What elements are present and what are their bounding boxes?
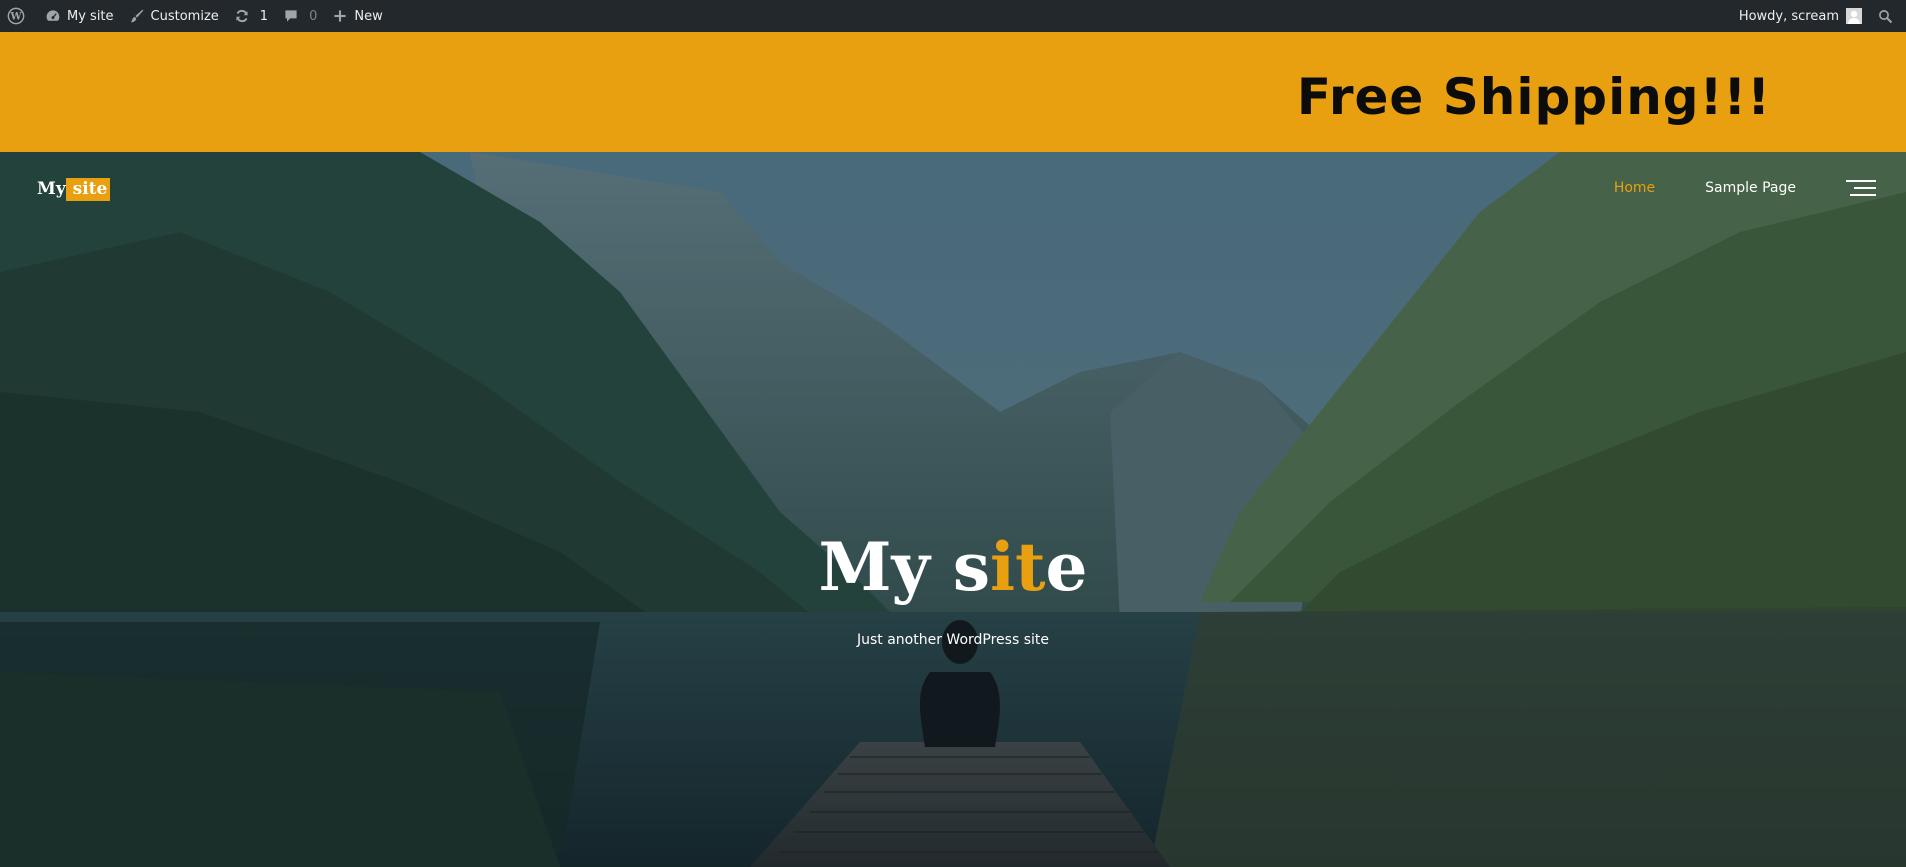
wordpress-menu[interactable]: W <box>0 0 37 32</box>
site-name-menu[interactable]: My site <box>37 0 121 32</box>
svg-text:W: W <box>9 12 22 23</box>
avatar <box>1846 8 1862 24</box>
paintbrush-icon <box>128 7 146 25</box>
greeting-label: Howdy, scream <box>1738 8 1839 24</box>
hero-section: My site Home Sample Page My site Just an… <box>0 152 1906 867</box>
admin-bar: W My site Customize 1 0 New Howdy, screa… <box>0 0 1906 32</box>
hero-title: My site <box>0 534 1906 600</box>
updates-icon <box>233 7 251 25</box>
plus-icon <box>331 7 349 25</box>
comments-count: 0 <box>309 8 318 24</box>
site-logo[interactable]: My site <box>37 178 111 201</box>
hero-title-part1: My s <box>818 528 990 606</box>
admin-bar-right: Howdy, scream <box>1732 0 1906 32</box>
hero-title-accent: it <box>989 528 1046 606</box>
logo-text-highlight: site <box>65 178 111 201</box>
search-icon <box>1876 7 1894 25</box>
nav-item-home[interactable]: Home <box>1614 180 1655 196</box>
customize-link[interactable]: Customize <box>121 0 226 32</box>
nav-item-sample-page[interactable]: Sample Page <box>1705 180 1796 196</box>
comments-link[interactable]: 0 <box>275 0 324 32</box>
banner-text: Free Shipping!!! <box>1296 68 1771 126</box>
admin-search[interactable] <box>1869 0 1906 32</box>
logo-text-part1: My <box>37 179 66 199</box>
dashboard-icon <box>44 7 62 25</box>
site-name-label: My site <box>67 8 114 24</box>
comment-bubble-icon <box>282 7 300 25</box>
hero-title-part2: e <box>1045 528 1088 606</box>
primary-navigation: Home Sample Page <box>1614 178 1876 198</box>
customize-label: Customize <box>150 8 219 24</box>
hamburger-menu-icon[interactable] <box>1846 178 1876 198</box>
new-content-menu[interactable]: New <box>324 0 389 32</box>
wordpress-logo-icon: W <box>7 7 25 25</box>
hero-background-image <box>0 152 1906 867</box>
updates-link[interactable]: 1 <box>226 0 275 32</box>
promo-banner: Free Shipping!!! <box>0 32 1906 152</box>
my-account-menu[interactable]: Howdy, scream <box>1732 0 1869 32</box>
admin-bar-left: W My site Customize 1 0 New <box>0 0 390 32</box>
site-tagline: Just another WordPress site <box>856 632 1049 648</box>
updates-count: 1 <box>259 8 269 24</box>
new-label: New <box>354 8 383 24</box>
